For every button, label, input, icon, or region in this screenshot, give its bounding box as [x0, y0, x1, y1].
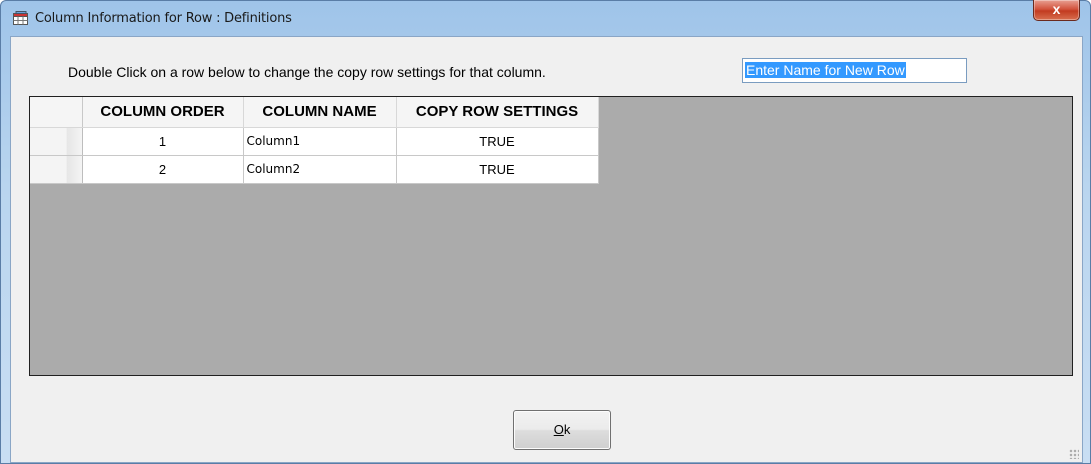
- cell-column-name[interactable]: Column1: [243, 127, 397, 156]
- table-row[interactable]: 1 Column1 TRUE: [30, 127, 599, 156]
- column-header-order[interactable]: COLUMN ORDER: [82, 97, 244, 128]
- new-row-name-input[interactable]: Enter Name for New Row: [742, 58, 967, 83]
- grid-table: COLUMN ORDER COLUMN NAME COPY ROW SETTIN…: [30, 97, 599, 184]
- dialog-window: Column Information for Row : Definitions…: [0, 0, 1091, 464]
- cell-column-name[interactable]: Column2: [243, 155, 397, 184]
- resize-grip-icon[interactable]: [1069, 449, 1079, 459]
- ok-mnemonic: O: [553, 422, 564, 437]
- title-bar[interactable]: Column Information for Row : Definitions…: [1, 0, 1090, 35]
- ok-label-rest: k: [563, 422, 571, 437]
- row-header[interactable]: [30, 155, 83, 184]
- cell-column-order[interactable]: 1: [82, 127, 244, 156]
- close-button[interactable]: x: [1033, 0, 1080, 21]
- instruction-label: Double Click on a row below to change th…: [68, 64, 546, 80]
- row-header[interactable]: [30, 127, 83, 156]
- column-info-grid[interactable]: COLUMN ORDER COLUMN NAME COPY ROW SETTIN…: [29, 96, 1073, 376]
- cell-copy-row-settings[interactable]: TRUE: [396, 155, 599, 184]
- new-row-name-selected-text: Enter Name for New Row: [745, 62, 906, 78]
- column-header-copy-settings[interactable]: COPY ROW SETTINGS: [396, 97, 599, 128]
- column-header-name[interactable]: COLUMN NAME: [243, 97, 397, 128]
- close-icon: x: [1052, 1, 1061, 17]
- dialog-client-area: Double Click on a row below to change th…: [10, 36, 1083, 463]
- cell-copy-row-settings[interactable]: TRUE: [396, 127, 599, 156]
- cell-column-order[interactable]: 2: [82, 155, 244, 184]
- grid-header-row: COLUMN ORDER COLUMN NAME COPY ROW SETTIN…: [30, 97, 599, 128]
- window-title: Column Information for Row : Definitions: [35, 11, 292, 26]
- grid-corner-cell[interactable]: [30, 97, 83, 128]
- table-window-icon: [13, 11, 29, 26]
- table-row[interactable]: 2 Column2 TRUE: [30, 155, 599, 184]
- ok-button[interactable]: Ok: [513, 410, 611, 450]
